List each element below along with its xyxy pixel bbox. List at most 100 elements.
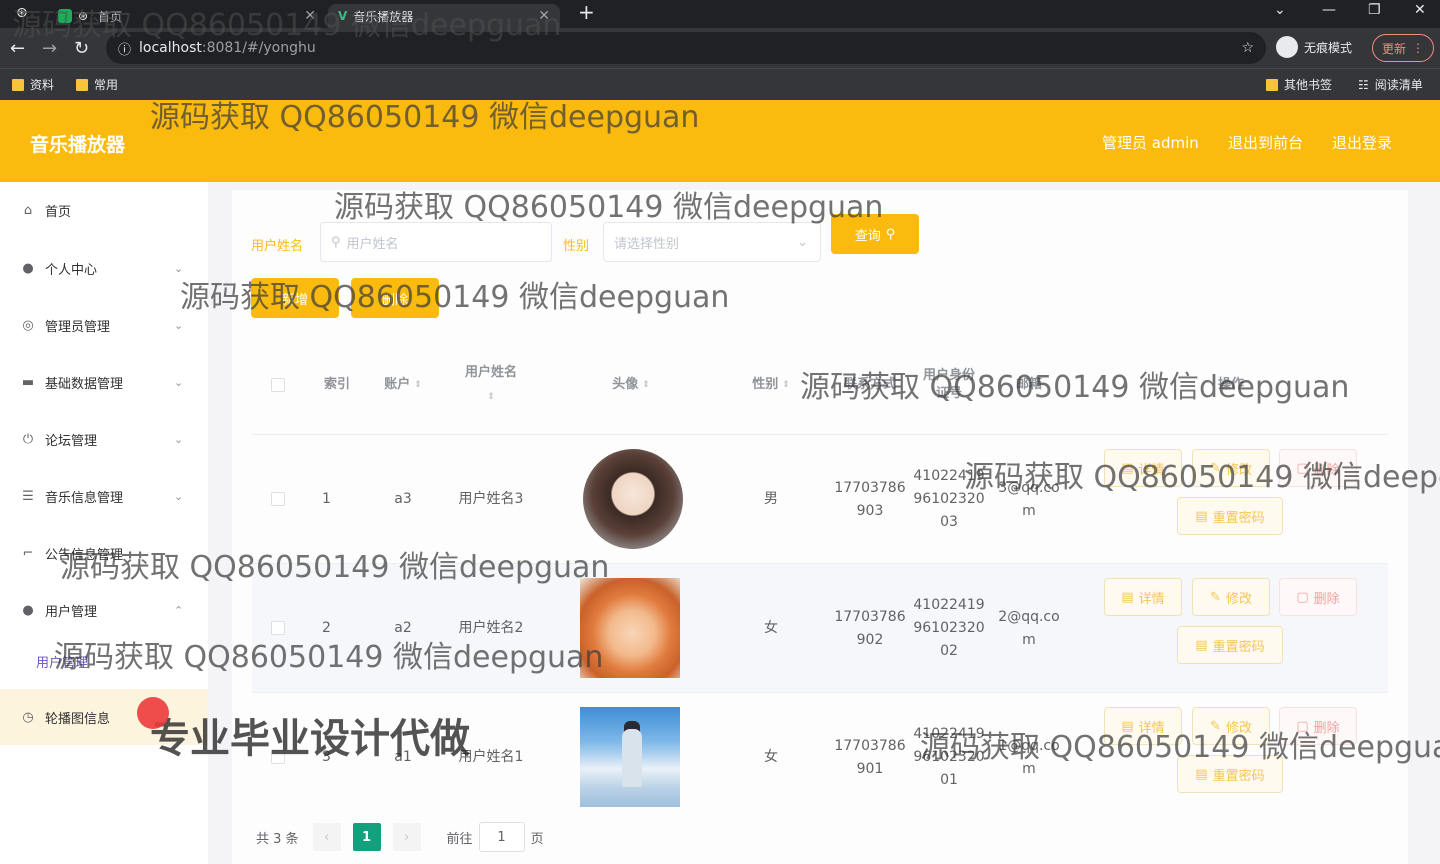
user-icon: ● [22,260,34,276]
sidebar-item-label: 公告信息管理 [45,547,124,563]
browser-tab-home[interactable]: ⊛ 首页 ✕ [48,4,326,28]
edit-button[interactable]: ✎ 修改 [1192,578,1270,616]
next-page-button[interactable]: › [392,823,421,851]
tab-favicon-icon [58,9,72,23]
reset-password-button[interactable]: ▤ 重置密码 [1177,626,1283,664]
clock-icon: ◷ [22,709,34,725]
chevron-down-icon[interactable]: ⌄ [1274,2,1286,18]
cell-index: 2 [322,620,331,636]
delete-button[interactable]: ▢ 删除 [1279,707,1357,745]
detail-button[interactable]: ▤ 详情 [1104,707,1182,745]
bookmark-star-icon[interactable]: ☆ [1241,40,1254,56]
bookmark-bar: 资料 常用 其他书签 ☷ 阅读清单 [0,68,1440,100]
select-all-checkbox[interactable] [271,378,285,392]
bookmark-folder[interactable]: 常用 [76,76,118,93]
chevron-down-icon: ⌄ [174,261,184,275]
query-button[interactable]: 查询 ⚲ [831,214,919,254]
th-name[interactable]: 用户姓名 ⇕ [436,336,546,434]
sidebar-item-home[interactable]: ⌂ 首页 [0,190,208,230]
idcard-line: 41022419 [913,468,985,484]
chrome-menu-icon[interactable]: ⊛ [16,5,28,21]
edit-button[interactable]: ✎ 修改 [1192,449,1270,487]
new-tab-button[interactable]: + [578,0,595,24]
email-line: 2@qq.co [998,608,1060,625]
th-ops-label: 操作 [1217,377,1244,392]
admin-user-link[interactable]: 管理员 admin [1102,132,1199,153]
sort-icon[interactable]: ⇕ [782,376,790,394]
reload-icon[interactable]: ↻ [74,38,89,59]
sidebar-item-forum[interactable]: ⏻ 论坛管理 ⌄ [0,419,208,459]
sort-icon[interactable]: ⇕ [487,388,495,406]
sidebar-item-carousel[interactable]: ◷ 轮播图信息 [0,689,208,745]
delete-button[interactable]: ▢ 删除 [1279,449,1357,487]
logout-link[interactable]: 退出登录 [1332,132,1392,153]
cell-account: a3 [394,491,412,507]
folder-icon [76,78,88,91]
gender-select[interactable]: 请选择性别 ⌄ [603,222,821,262]
phone-line: 17703786 [834,608,906,625]
sidebar-item-notice[interactable]: ⌐ 公告信息管理 [0,533,208,573]
forward-icon[interactable]: → [42,38,57,59]
goto-page-input[interactable]: 1 [478,822,525,852]
batch-delete-button[interactable]: 删除 [351,278,439,318]
bookmark-folder[interactable]: 资料 [12,76,54,93]
sort-icon[interactable]: ⇕ [642,376,650,394]
sidebar-item-admin[interactable]: ◎ 管理员管理 ⌄ [0,305,208,345]
back-icon[interactable]: ← [10,38,25,59]
home-icon: ⌂ [23,202,33,218]
exit-to-front-link[interactable]: 退出到前台 [1228,132,1303,153]
url-bar[interactable]: ⓘ localhost:8081/#/yonghu ☆ [106,32,1266,64]
window-close-icon[interactable]: ✕ [1414,2,1426,18]
document-icon: ▤ [1195,508,1208,524]
sidebar-item-personal[interactable]: ● 个人中心 ⌄ [0,248,208,288]
row-checkbox[interactable] [271,750,285,764]
sidebar-subitem-user-manage[interactable]: 用户管理 [36,652,88,671]
trash-icon: ▢ [1296,718,1309,734]
add-button[interactable]: 新增 [251,278,339,318]
trash-icon: ▢ [1296,460,1309,476]
incognito-indicator[interactable]: 无痕模式 [1276,36,1352,58]
restore-icon[interactable]: ❐ [1368,2,1381,18]
phone-line: 17703786 [834,479,906,496]
sort-icon[interactable]: ⇕ [414,376,422,394]
close-icon[interactable]: ✕ [538,8,550,24]
minimize-icon[interactable]: — [1322,2,1336,18]
main-content: 用户姓名 ⚲ 用户姓名 性别 请选择性别 ⌄ 查询 ⚲ 新增 删除 索引 账户 ⇕… [208,182,1440,864]
add-button-label: 新增 [281,292,308,308]
browser-tab-active[interactable]: V 音乐播放器 ✕ [328,4,560,28]
edit-icon: ✎ [1210,589,1221,605]
update-button[interactable]: 更新 ⋮ [1372,34,1434,62]
sidebar-item-label: 个人中心 [45,262,98,278]
cell-idcard: 41022419 96102320 02 [913,564,984,693]
prev-page-button[interactable]: ‹ [312,823,341,851]
gender-label: 性别 [563,239,590,254]
query-button-label: 查询 [854,228,881,244]
cell-gender: 女 [764,749,778,765]
sidebar-item-users[interactable]: ● 用户管理 ⌃ [0,590,208,630]
users-table: 索引 账户 ⇕ 用户姓名 ⇕ 头像 ⇕ 性别 ⇕ 联系方式 用户身份证号 邮箱 操作 1… [252,336,1388,814]
th-avatar[interactable]: 头像 ⇕ [546,336,716,434]
th-account[interactable]: 账户 ⇕ [370,336,436,434]
edit-button[interactable]: ✎ 修改 [1192,707,1270,745]
cell-idcard: 41022419 96102320 01 [913,693,984,822]
reading-list[interactable]: ☷ 阅读清单 [1358,76,1423,93]
row-checkbox[interactable] [271,492,285,506]
detail-button[interactable]: ▤ 详情 [1104,449,1182,487]
close-icon[interactable]: ✕ [304,8,316,24]
sidebar-item-label: 用户管理 [45,604,98,620]
detail-button[interactable]: ▤ 详情 [1104,578,1182,616]
page-number-button[interactable]: 1 [352,823,381,851]
name-search-input[interactable]: ⚲ 用户姓名 [320,222,552,262]
sidebar-item-music[interactable]: ☰ 音乐信息管理 ⌄ [0,476,208,516]
other-bookmarks[interactable]: 其他书签 [1266,76,1332,93]
th-gender[interactable]: 性别 ⇕ [716,336,826,434]
reset-label: 重置密码 [1212,639,1265,655]
delete-button[interactable]: ▢ 删除 [1279,578,1357,616]
reset-label: 重置密码 [1212,510,1265,526]
reset-password-button[interactable]: ▤ 重置密码 [1177,755,1283,793]
row-checkbox[interactable] [271,621,285,635]
th-phone: 联系方式 [826,336,914,434]
reset-password-button[interactable]: ▤ 重置密码 [1177,497,1283,535]
sidebar-item-basedata[interactable]: ▬ 基础数据管理 ⌄ [0,362,208,402]
chevron-down-icon: ⌄ [174,432,184,446]
